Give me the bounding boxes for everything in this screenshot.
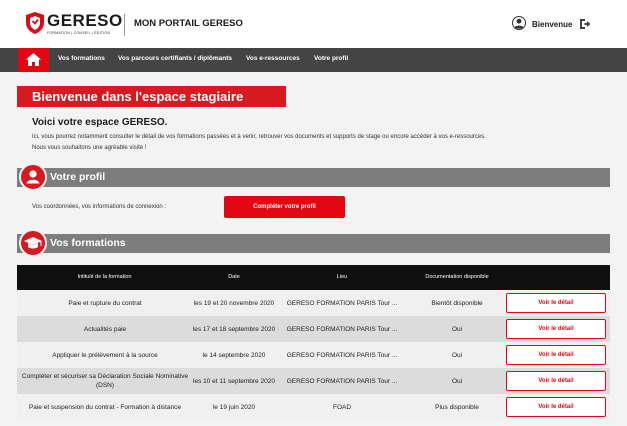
nav-vos-formations[interactable]: Vos formations <box>58 55 105 62</box>
formation-place: FOAD <box>332 403 352 411</box>
table-row: Compléter et sécuriser sa Déclaration So… <box>17 368 610 394</box>
formation-place: GERESO FORMATION PARIS Tour ... <box>286 377 398 385</box>
formation-place: GERESO FORMATION PARIS Tour ... <box>286 299 398 307</box>
view-detail-button[interactable]: Voir le détail <box>506 397 606 417</box>
view-detail-button[interactable]: Voir le détail <box>506 319 606 339</box>
logo-tagline: FORMATION | CONSEIL | ÉDITION <box>47 31 111 35</box>
main-navigation: Vos formations Vos parcours certifiants … <box>0 48 627 72</box>
profile-section-header <box>17 168 610 187</box>
gereso-logo[interactable]: GERESO FORMATION | CONSEIL | ÉDITION <box>26 10 122 40</box>
intro-title: Voici votre espace GERESO. <box>32 117 168 128</box>
user-avatar-icon[interactable] <box>512 16 526 30</box>
formation-date: le 19 juin 2020 <box>212 403 256 411</box>
welcome-banner: Bienvenue dans l'espace stagiaire <box>17 86 286 107</box>
formation-place: GERESO FORMATION PARIS Tour ... <box>286 325 398 333</box>
shield-logo-icon <box>26 12 44 34</box>
header-divider <box>124 14 125 36</box>
profile-description: Vos coordonnées, vos informations de con… <box>32 204 167 210</box>
banner-title: Bienvenue dans l'espace stagiaire <box>32 89 244 104</box>
complete-profile-button[interactable]: Compléter votre profil <box>224 196 345 218</box>
formations-section-title: Vos formations <box>50 237 126 249</box>
column-header-documentation: Documentation disponible <box>425 274 489 280</box>
formation-title: Paie et suspension du contrat - Formatio… <box>28 403 182 411</box>
formations-section-badge <box>19 229 47 257</box>
column-header-date: Date <box>228 274 240 280</box>
intro-text: Ici, vous pourrez notamment consulter le… <box>32 134 486 140</box>
formation-documentation: Bientôt disponible <box>431 299 483 307</box>
formation-documentation: Oui <box>451 325 463 333</box>
nav-e-ressources[interactable]: Vos e-ressources <box>246 55 300 62</box>
portal-title: MON PORTAIL GERESO <box>134 18 243 29</box>
formation-date: les 19 et 20 novembre 2020 <box>193 299 275 307</box>
formation-title: Paie et rupture du contrat <box>68 299 142 307</box>
view-detail-button[interactable]: Voir le détail <box>506 371 606 391</box>
formation-date: les 17 et 18 septembre 2020 <box>192 325 276 333</box>
table-row: Paie et suspension du contrat - Formatio… <box>17 394 610 420</box>
formation-documentation: Plus disponible <box>435 403 479 411</box>
table-row: Appliquer le prélèvement à la source le … <box>17 342 610 368</box>
formation-place: GERESO FORMATION PARIS Tour ... <box>286 351 398 359</box>
person-icon <box>26 170 40 184</box>
formation-documentation: Oui <box>451 351 463 359</box>
formation-title: Compléter et sécuriser sa Déclaration So… <box>21 373 189 389</box>
logout-icon[interactable] <box>579 18 591 30</box>
formation-documentation: Oui <box>451 377 463 385</box>
welcome-label: Bienvenue <box>532 20 573 29</box>
profile-section-badge <box>19 163 47 191</box>
view-detail-button[interactable]: Voir le détail <box>506 345 606 365</box>
formation-date: le 14 septembre 2020 <box>202 351 266 359</box>
column-header-lieu: Lieu <box>336 274 348 280</box>
nav-parcours-certifiants[interactable]: Vos parcours certifiants / diplômants <box>118 55 232 62</box>
table-row: Actualités paie les 17 et 18 septembre 2… <box>17 316 610 342</box>
home-icon <box>26 53 41 66</box>
table-row: Paie et rupture du contrat les 19 et 20 … <box>17 290 610 316</box>
table-header: Intitulé de la formation Date Lieu Docum… <box>17 265 610 290</box>
profile-section-title: Votre profil <box>50 171 106 183</box>
nav-votre-profil[interactable]: Votre profil <box>314 55 348 62</box>
logo-text: GERESO <box>47 11 123 30</box>
intro-text-2: Nous vous souhaitons une agréable visite… <box>32 145 147 151</box>
view-detail-button[interactable]: Voir le détail <box>506 293 606 313</box>
formation-date: les 10 et 11 septembre 2020 <box>193 377 275 385</box>
home-button[interactable] <box>18 48 49 72</box>
graduation-cap-icon <box>24 237 42 249</box>
formation-title: Actualités paie <box>83 325 127 333</box>
header: GERESO FORMATION | CONSEIL | ÉDITION MON… <box>0 0 627 48</box>
column-header-intitule: Intitulé de la formation <box>77 274 132 280</box>
formation-title: Appliquer le prélèvement à la source <box>52 351 158 359</box>
